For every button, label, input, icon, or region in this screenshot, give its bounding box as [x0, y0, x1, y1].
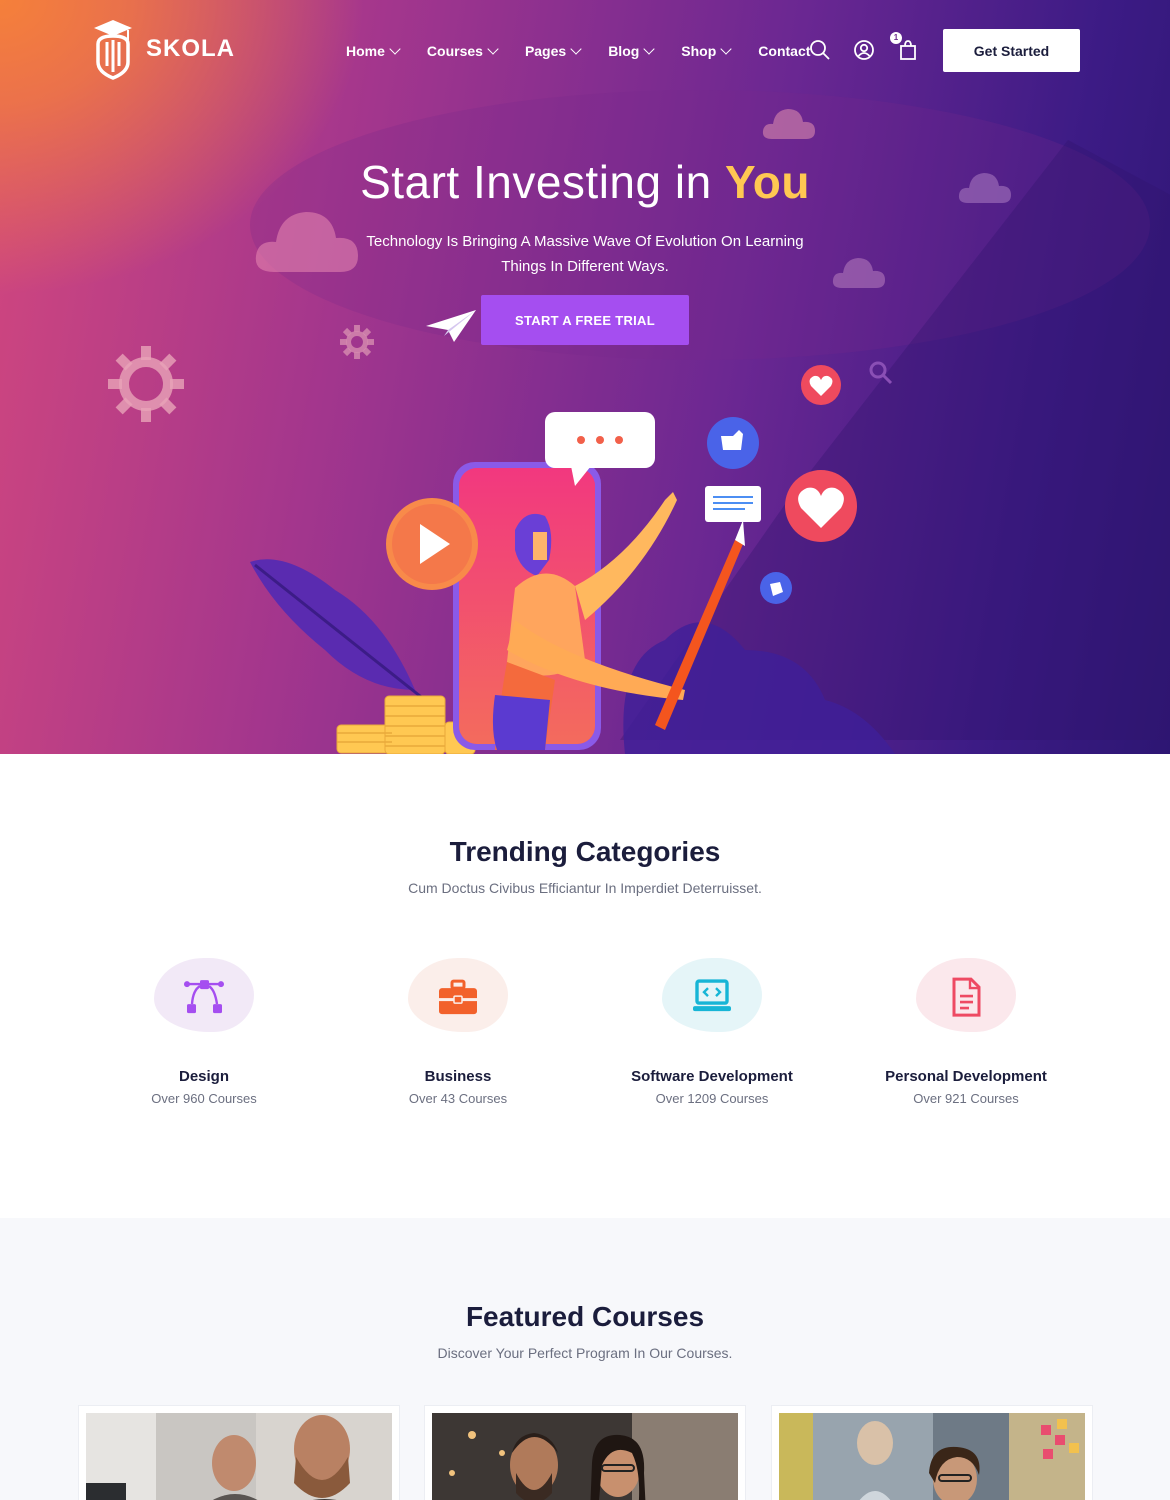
- trending-subtitle: Cum Doctus Civibus Efficiantur In Imperd…: [408, 880, 762, 896]
- hero-subtitle: Technology Is Bringing A Massive Wave Of…: [366, 233, 804, 275]
- course-thumbnail: [432, 1413, 738, 1500]
- category-count: Over 43 Courses: [408, 1091, 508, 1106]
- user-icon[interactable]: [852, 38, 876, 62]
- hero-section: SKOLA Home Courses Pages Blog Shop Conta…: [0, 0, 1170, 754]
- nav-item-label: Home: [346, 43, 385, 59]
- course-card[interactable]: [424, 1405, 746, 1500]
- nav-item-blog[interactable]: Blog: [608, 43, 655, 59]
- cloud-icon: [255, 212, 358, 272]
- chevron-down-icon: [389, 43, 401, 55]
- category-name: Design: [178, 1068, 229, 1085]
- featured-title: Featured Courses: [465, 1301, 705, 1332]
- paper-plane-icon: [426, 310, 476, 342]
- search-icon[interactable]: [808, 38, 832, 62]
- nav-item-shop[interactable]: Shop: [681, 43, 732, 59]
- category-name: Business: [424, 1068, 492, 1085]
- main-navigation: Home Courses Pages Blog Shop Contact: [346, 40, 838, 62]
- cart-count-badge: 1: [890, 32, 902, 44]
- cart-button[interactable]: 1: [890, 32, 920, 62]
- nav-item-label: Courses: [426, 43, 483, 59]
- category-icon-blob: [662, 958, 762, 1032]
- category-count: Over 921 Courses: [913, 1091, 1019, 1106]
- nav-item-label: Shop: [681, 43, 717, 59]
- course-card[interactable]: [771, 1405, 1093, 1500]
- gear-icon: [340, 325, 374, 359]
- course-thumbnail: [86, 1413, 392, 1500]
- briefcase-icon: [439, 979, 477, 1015]
- nav-item-pages[interactable]: Pages: [524, 43, 582, 59]
- cloud-icon: [762, 109, 815, 139]
- nav-item-label: Pages: [524, 43, 567, 59]
- category-card-personal-development[interactable]: Personal Development Over 921 Courses: [846, 958, 1086, 1106]
- category-card-business[interactable]: Business Over 43 Courses: [338, 958, 578, 1106]
- chevron-down-icon: [570, 43, 582, 55]
- category-card-design[interactable]: Design Over 960 Courses: [84, 958, 324, 1106]
- hero-title-highlight: You: [724, 156, 810, 208]
- course-card[interactable]: [78, 1405, 400, 1500]
- chevron-down-icon: [720, 43, 732, 55]
- category-card-software-development[interactable]: Software Development Over 1209 Courses: [592, 958, 832, 1106]
- category-count: Over 960 Courses: [151, 1091, 257, 1106]
- brand-logo[interactable]: SKOLA: [90, 18, 235, 80]
- nav-item-label: Contact: [758, 43, 811, 59]
- nav-item-label: Blog: [608, 43, 640, 59]
- category-count: Over 1209 Courses: [655, 1091, 769, 1106]
- nav-item-contact[interactable]: Contact: [758, 43, 810, 59]
- hero-title: Start Investing in You: [0, 155, 1170, 209]
- chevron-down-icon: [487, 43, 499, 55]
- hero-illustration: [250, 412, 895, 754]
- document-icon: [952, 977, 981, 1017]
- category-icon-blob: [916, 958, 1016, 1032]
- category-icon-blob: [408, 958, 508, 1032]
- category-name: Personal Development: [885, 1068, 1047, 1085]
- chevron-down-icon: [643, 43, 655, 55]
- gear-icon: [108, 346, 184, 422]
- brand-name: SKOLA: [146, 35, 235, 62]
- laptop-code-icon: [693, 979, 731, 1012]
- hero-title-prefix: Start Investing in: [360, 156, 725, 208]
- get-started-button[interactable]: Get Started: [943, 29, 1080, 72]
- course-thumbnail: [779, 1413, 1085, 1500]
- graduation-pencil-logo-icon: [94, 20, 132, 80]
- category-name: Software Development: [631, 1068, 793, 1085]
- nav-item-courses[interactable]: Courses: [426, 43, 499, 59]
- vector-design-icon: [184, 980, 224, 1014]
- magnifier-deco-icon: [869, 361, 893, 385]
- category-icon-blob: [154, 958, 254, 1032]
- cloud-icon: [832, 258, 885, 288]
- start-free-trial-button[interactable]: START A FREE TRIAL: [481, 295, 689, 345]
- trending-title: Trending Categories: [449, 836, 721, 867]
- heart-bubble-icon: [801, 365, 841, 405]
- nav-item-home[interactable]: Home: [346, 43, 401, 59]
- featured-subtitle: Discover Your Perfect Program In Our Cou…: [437, 1345, 733, 1361]
